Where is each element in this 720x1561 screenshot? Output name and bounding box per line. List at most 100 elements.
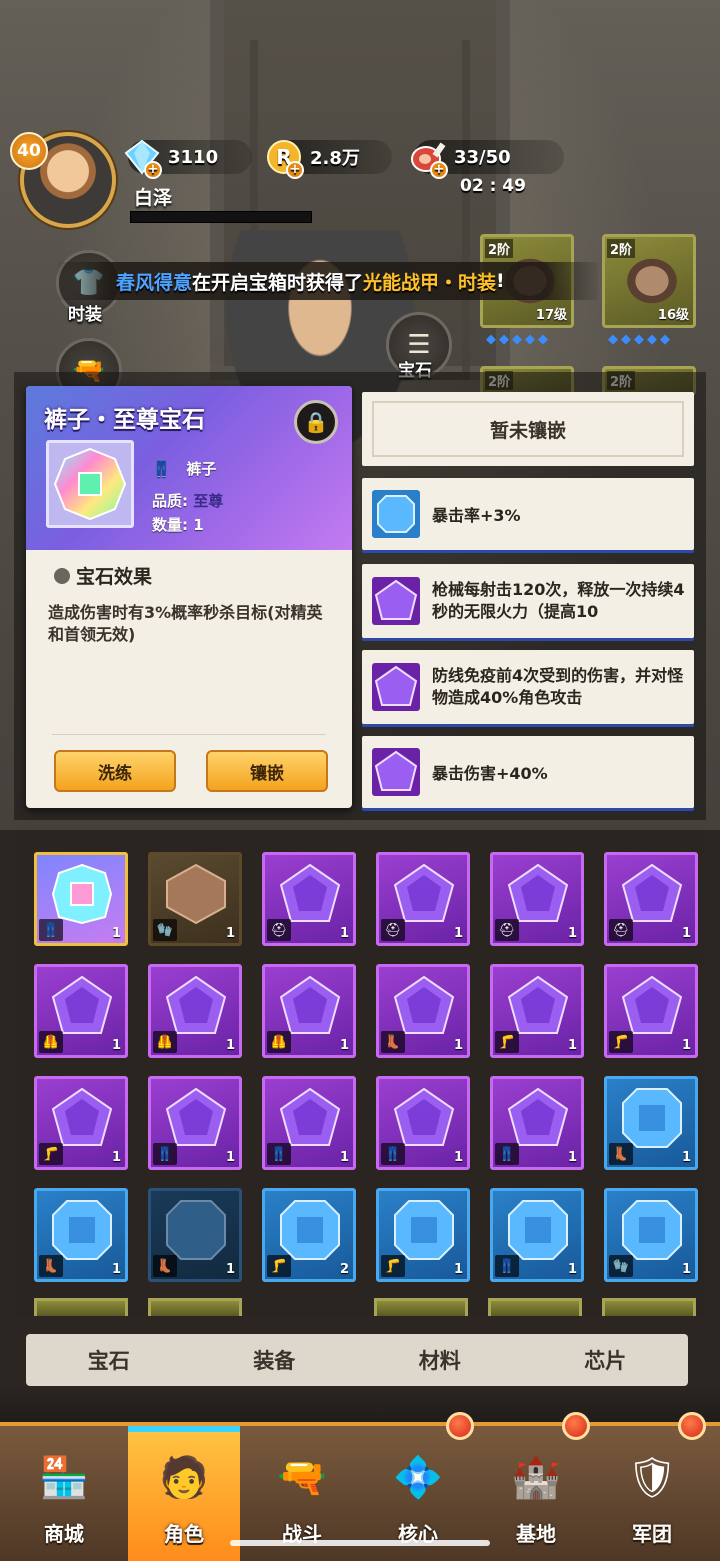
purple-gem-icon: [279, 975, 341, 1034]
gem-count: 1: [567, 1262, 577, 1277]
purple-gem-icon: [372, 663, 420, 711]
blue-gem-icon: [52, 1200, 112, 1260]
gem-count: 1: [225, 926, 235, 941]
add-stamina-icon[interactable]: +: [430, 161, 448, 179]
gem-count: 1: [225, 1262, 235, 1277]
purple-gem-icon: [393, 975, 455, 1034]
tab-materials[interactable]: 材料: [357, 1334, 523, 1386]
tab-gems[interactable]: 宝石: [26, 1334, 192, 1386]
gem-count: 2: [339, 1262, 349, 1277]
purple-gem-icon: [51, 975, 113, 1034]
inventory-gem-cell[interactable]: 🧤 1: [604, 1188, 698, 1282]
pants-slot-icon: 👖: [267, 1143, 291, 1165]
marquee-text: 在开启宝箱时获得了: [192, 271, 364, 294]
helmet-slot-icon: ⛑: [381, 919, 405, 941]
inventory-gem-cell[interactable]: 🦺 1: [262, 964, 356, 1058]
helmet-slot-icon: ⛑: [609, 919, 633, 941]
lock-icon: 🔒: [303, 410, 329, 434]
inventory-gem-cell[interactable]: 🦵 1: [34, 1076, 128, 1170]
inventory-gem-cell[interactable]: 👖 1: [490, 1076, 584, 1170]
gem-count: 1: [453, 1038, 463, 1053]
notification-dot: [446, 1412, 474, 1440]
gem-count: 1: [339, 1038, 349, 1053]
nav-shop[interactable]: 🏪 商城: [8, 1426, 120, 1561]
inventory-gem-cell[interactable]: ⛑ 1: [262, 852, 356, 946]
pants-slot-icon: 👖: [495, 1255, 519, 1277]
player-name: 白泽: [134, 187, 173, 209]
inventory-peek-cell: [488, 1298, 582, 1316]
inventory-gem-cell[interactable]: ⛑ 1: [490, 852, 584, 946]
glove-armor-icon: [623, 255, 681, 307]
knee-slot-icon: 🦵: [381, 1255, 405, 1277]
quality-value: 至尊: [193, 492, 224, 510]
inventory-gem-cell[interactable]: ⛑ 1: [376, 852, 470, 946]
inventory-gem-cell[interactable]: 🧤 1: [148, 852, 242, 946]
equip-slot-glove[interactable]: 2阶 16级: [602, 234, 696, 328]
boot-slot-icon: 👢: [153, 1255, 177, 1277]
base-icon: 🏰: [511, 1454, 561, 1501]
pants-slot-icon: 👖: [381, 1143, 405, 1165]
inventory-gem-cell[interactable]: 👢 1: [604, 1076, 698, 1170]
gem-detail-icon: [46, 440, 134, 528]
inventory-gem-cell[interactable]: 🦺 1: [34, 964, 128, 1058]
blue-gem-icon: [372, 490, 420, 538]
effect-item[interactable]: 暴击率+3%: [362, 478, 694, 550]
gem-count: 1: [567, 1038, 577, 1053]
nav-base[interactable]: 🏰 基地: [480, 1426, 592, 1561]
coin-value: 2.8万: [310, 148, 360, 169]
knee-slot-icon: 🦵: [39, 1143, 63, 1165]
pants-slot-icon: 👖: [153, 1143, 177, 1165]
battle-icon: 🔫: [277, 1454, 327, 1501]
nav-label: 商城: [44, 1522, 84, 1546]
stamina-counter[interactable]: + 33/50: [411, 140, 564, 179]
diamond-counter[interactable]: + 3110: [124, 139, 252, 179]
nav-legion[interactable]: 🛡 军团: [596, 1426, 708, 1561]
gem-inventory-grid[interactable]: 👖 1 🧤 1 ⛑ 1 ⛑ 1 ⛑ 1 ⛑ 1 🦺 1 🦺 1 🦺 1 👢 1 🦵 1 🦵 1 🦵 1 👖 1 👖 1 👖 1 👖 1 👢 1 👢 1 👢 1…: [14, 830, 706, 1316]
equip-star-row: ◆◆◆◆◆: [608, 332, 673, 347]
gem-title: 裤子・至尊宝石: [44, 407, 205, 433]
purple-gem-icon: [372, 748, 420, 796]
inventory-gem-cell[interactable]: 🦵 1: [490, 964, 584, 1058]
inventory-gem-cell[interactable]: 🦵 1: [376, 1188, 470, 1282]
effect-text: 枪械每射击120次，释放一次持续4秒的无限火力（提高10: [432, 580, 685, 621]
coin-icon: R +: [262, 135, 306, 179]
inventory-gem-cell[interactable]: 👖 1: [148, 1076, 242, 1170]
inventory-gem-cell[interactable]: 🦵 1: [604, 964, 698, 1058]
coin-counter[interactable]: R + 2.8万: [267, 140, 392, 179]
refine-button[interactable]: 洗练: [54, 750, 176, 792]
blue-gem-icon: [394, 1200, 454, 1260]
purple-gem-icon: [279, 863, 341, 922]
helmet-slot-icon: ⛑: [267, 919, 291, 941]
add-coin-icon[interactable]: +: [286, 161, 304, 179]
inlay-button[interactable]: 镶嵌: [206, 750, 328, 792]
inventory-peek-cell: [374, 1298, 468, 1316]
add-diamond-icon[interactable]: +: [144, 161, 162, 179]
armor-slot-icon: 🦺: [267, 1031, 291, 1053]
inventory-gem-cell[interactable]: 👖 1: [34, 852, 128, 946]
nav-character[interactable]: 🧑 角色: [128, 1426, 240, 1561]
tab-equipment[interactable]: 装备: [192, 1334, 358, 1386]
inventory-gem-cell[interactable]: 👖 1: [262, 1076, 356, 1170]
inventory-gem-cell[interactable]: 👢 1: [148, 1188, 242, 1282]
purple-gem-icon: [507, 1087, 569, 1146]
gem-count: 1: [681, 926, 691, 941]
notification-dot: [678, 1412, 706, 1440]
inventory-gem-cell[interactable]: 👖 1: [490, 1188, 584, 1282]
quality-label: 品质:: [152, 492, 188, 510]
exp-bar: [130, 211, 312, 223]
inventory-gem-cell[interactable]: 👢 1: [34, 1188, 128, 1282]
glove-slot-icon: 🧤: [153, 919, 177, 941]
tab-chips[interactable]: 芯片: [523, 1334, 689, 1386]
effect-item[interactable]: 防线免疫前4次受到的伤害，并对怪物造成40%角色攻击: [362, 650, 694, 724]
effect-item[interactable]: 暴击伤害+40%: [362, 736, 694, 808]
inventory-peek-cell: [148, 1298, 242, 1316]
inventory-gem-cell[interactable]: 🦺 1: [148, 964, 242, 1058]
home-indicator[interactable]: [230, 1540, 490, 1546]
inventory-gem-cell[interactable]: 👢 1: [376, 964, 470, 1058]
lock-button[interactable]: 🔒: [294, 400, 338, 444]
blue-gem-icon: [622, 1200, 682, 1260]
inventory-gem-cell[interactable]: 👖 1: [376, 1076, 470, 1170]
effect-item[interactable]: 枪械每射击120次，释放一次持续4秒的无限火力（提高10: [362, 564, 694, 638]
inventory-gem-cell[interactable]: 🦵 2: [262, 1188, 356, 1282]
inventory-gem-cell[interactable]: ⛑ 1: [604, 852, 698, 946]
